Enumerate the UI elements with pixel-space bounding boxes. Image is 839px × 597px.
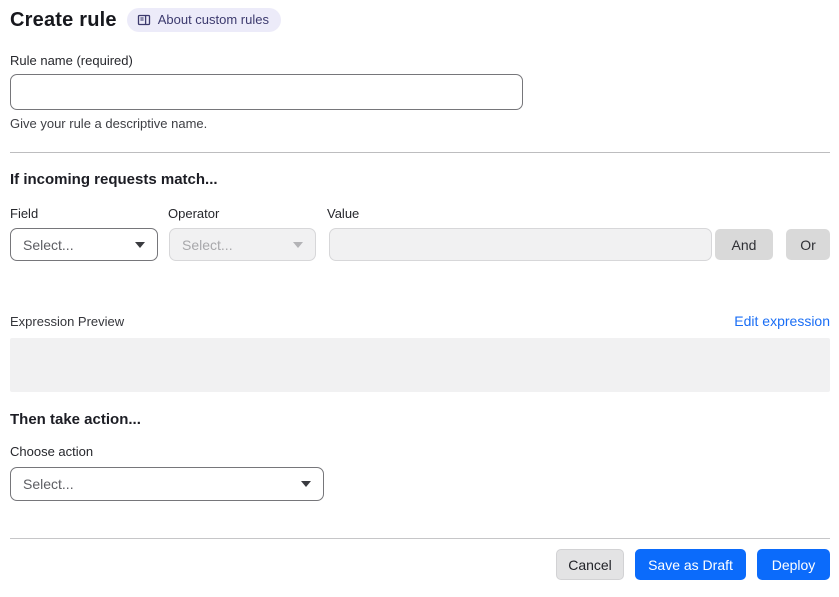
- operator-select[interactable]: Select...: [169, 228, 316, 261]
- chevron-down-icon: [135, 241, 145, 248]
- field-select[interactable]: Select...: [10, 228, 158, 261]
- rule-name-help-text: Give your rule a descriptive name.: [10, 116, 208, 131]
- choose-action-placeholder: Select...: [23, 476, 74, 492]
- field-label: Field: [10, 206, 39, 221]
- deploy-button[interactable]: Deploy: [757, 549, 830, 580]
- expression-preview-label: Expression Preview: [10, 314, 125, 329]
- edit-expression-link[interactable]: Edit expression: [734, 313, 830, 329]
- and-button[interactable]: And: [715, 229, 773, 260]
- book-icon: [137, 13, 151, 27]
- and-or-group: And Or: [715, 229, 830, 260]
- cancel-button[interactable]: Cancel: [556, 549, 624, 580]
- about-custom-rules-label: About custom rules: [157, 12, 269, 27]
- or-button[interactable]: Or: [786, 229, 830, 260]
- expression-preview-row: Expression Preview Edit expression: [10, 313, 830, 329]
- match-controls-row: Select... Select... And Or: [10, 228, 830, 261]
- create-rule-page: Create rule About custom rules Rule name…: [0, 0, 839, 580]
- operator-label: Operator: [168, 206, 220, 221]
- operator-select-placeholder: Select...: [182, 236, 233, 253]
- expression-preview-box: [10, 338, 830, 392]
- footer-actions: Cancel Save as Draft Deploy: [10, 549, 830, 580]
- action-section-heading: Then take action...: [10, 411, 141, 428]
- choose-action-label: Choose action: [10, 444, 94, 459]
- choose-action-select[interactable]: Select...: [10, 467, 324, 501]
- match-section-heading: If incoming requests match...: [10, 171, 218, 188]
- chevron-down-icon: [293, 241, 303, 248]
- field-select-placeholder: Select...: [23, 236, 74, 253]
- match-labels-row: Field Operator Value: [10, 206, 830, 221]
- rule-name-input[interactable]: [10, 74, 523, 110]
- page-header: Create rule About custom rules: [10, 8, 830, 32]
- about-custom-rules-link[interactable]: About custom rules: [126, 8, 281, 32]
- chevron-down-icon: [301, 481, 311, 487]
- page-title: Create rule: [10, 8, 117, 31]
- save-as-draft-button[interactable]: Save as Draft: [635, 549, 746, 580]
- section-divider: [10, 152, 830, 153]
- value-input[interactable]: [329, 228, 712, 261]
- rule-name-label: Rule name (required): [10, 53, 133, 68]
- footer-divider: [10, 538, 830, 539]
- value-label: Value: [327, 206, 360, 221]
